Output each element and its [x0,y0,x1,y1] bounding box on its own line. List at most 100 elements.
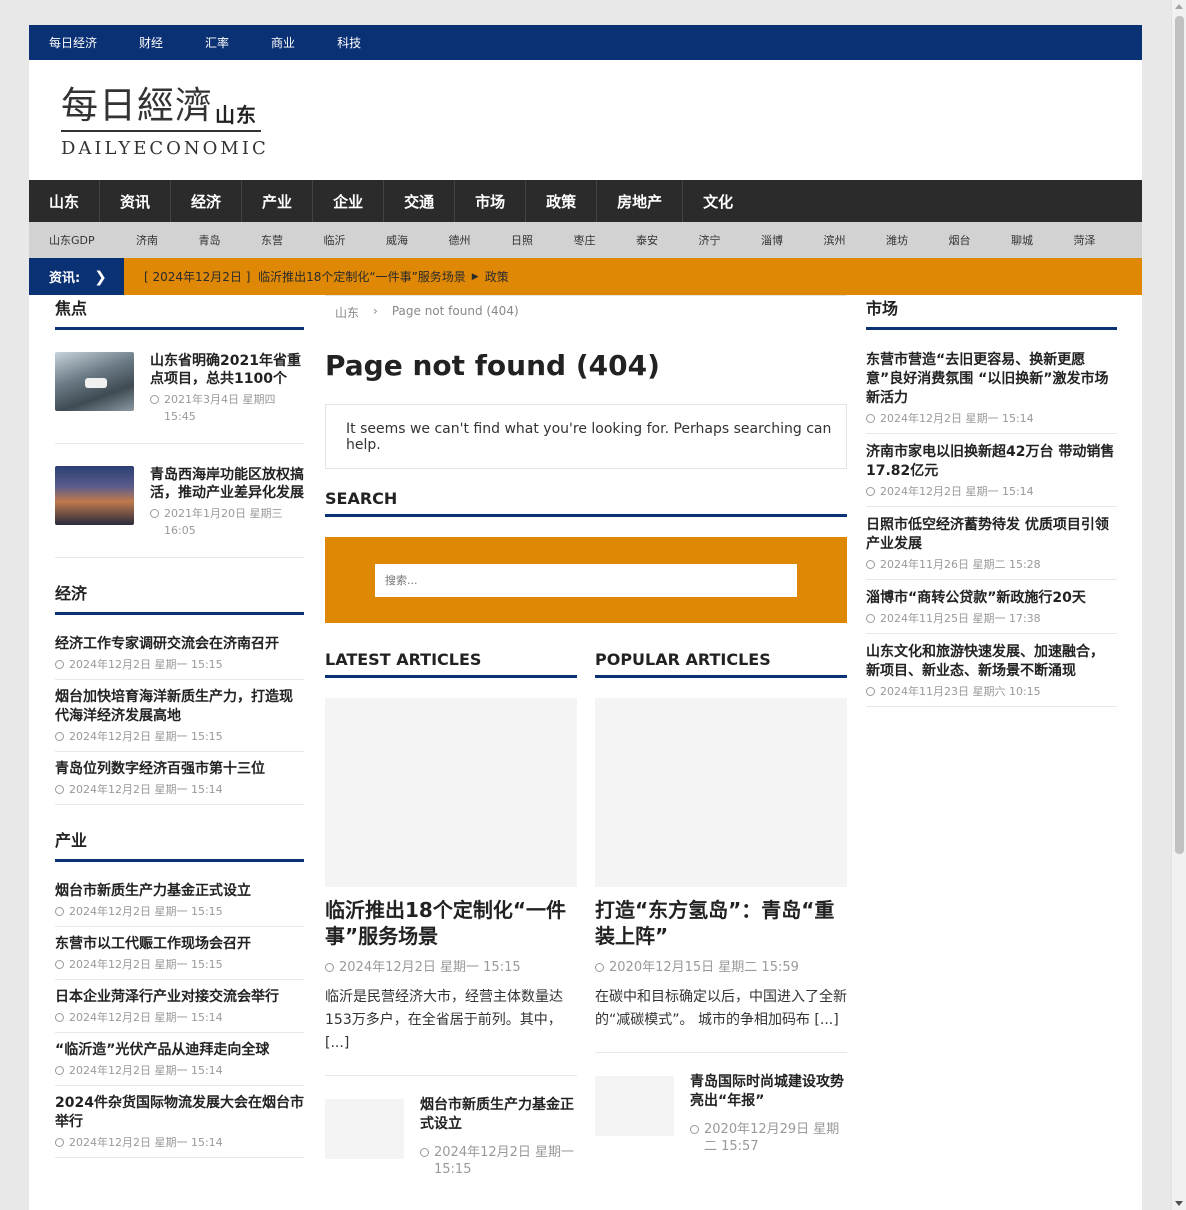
list-item-title[interactable]: 烟台市新质生产力基金正式设立 [55,882,304,901]
list-item-title[interactable]: 烟台加快培育海洋新质生产力，打造现代海洋经济发展高地 [55,688,304,726]
ticker-text[interactable]: [ 2024年12月2日 ] 临沂推出18个定制化“一件事”服务场景 ▶ 政策 [124,258,509,295]
list-item[interactable]: 烟台加快培育海洋新质生产力，打造现代海洋经济发展高地 2024年12月2日 星期… [55,680,304,752]
economy-title: 经济 [55,580,304,615]
article-image[interactable] [325,698,577,887]
list-item-title[interactable]: 济南市家电以旧换新超42万台 带动销售17.82亿元 [866,443,1117,481]
list-item-date: 2024年12月2日 星期一 15:14 [55,1062,304,1079]
nav-industry[interactable]: 产业 [242,180,314,222]
search-title: SEARCH [325,489,847,517]
list-item[interactable]: 山东文化和旅游快速发展、加速融合，新项目、新业态、新场景不断涌现 2024年11… [866,634,1117,707]
list-item[interactable]: 东营市以工代赈工作现场会召开 2024年12月2日 星期一 15:15 [55,927,304,980]
scroll-up-arrow-icon[interactable] [1175,4,1183,9]
subnav-link-13[interactable]: 潍坊 [886,232,949,248]
article-image[interactable] [595,698,847,887]
top-link-business[interactable]: 商业 [271,34,295,51]
vertical-scrollbar[interactable] [1171,0,1186,1210]
list-item-title[interactable]: 淄博市“商转公贷款”新政施行20天 [866,589,1117,608]
list-item-title[interactable]: 经济工作专家调研交流会在济南召开 [55,635,304,654]
clock-icon [150,395,159,404]
nav-enterprise[interactable]: 企业 [313,180,385,222]
list-item-title[interactable]: 日本企业菏泽行产业对接交流会举行 [55,988,304,1007]
scroll-down-arrow-icon[interactable] [1175,1201,1183,1206]
chevron-right-icon[interactable]: ❯ [94,268,107,286]
subnav-link-16[interactable]: 菏泽 [1074,232,1137,248]
list-item[interactable]: 经济工作专家调研交流会在济南召开 2024年12月2日 星期一 15:15 [55,627,304,680]
clock-icon [420,1148,429,1157]
focus-item[interactable]: 山东省明确2021年省重点项目，总共1100个 2021年3月4日 星期四 15… [55,330,304,444]
top-link-daily[interactable]: 每日经济 [49,34,97,51]
ticker-date: [ 2024年12月2日 ] [144,270,251,284]
breadcrumb-home[interactable]: 山东 [335,304,359,327]
nav-transport[interactable]: 交通 [384,180,456,222]
list-item[interactable]: 淄博市“商转公贷款”新政施行20天 2024年11月25日 星期一 17:38 [866,580,1117,634]
nav-news[interactable]: 资讯 [100,180,172,222]
list-item-title[interactable]: 东营市营造“去旧更容易、换新更愿意”良好消费氛围 “以旧换新”激发市场新活力 [866,351,1117,408]
nav-real-estate[interactable]: 房地产 [597,180,684,222]
list-item-title[interactable]: 2024件杂货国际物流发展大会在烟台市举行 [55,1094,304,1132]
list-item-title[interactable]: 日照市低空经济蓄势待发 优质项目引领产业发展 [866,516,1117,554]
small-article-title[interactable]: 烟台市新质生产力基金正式设立 [420,1096,577,1134]
nav-policy[interactable]: 政策 [526,180,598,222]
subnav-link-8[interactable]: 枣庄 [574,232,637,248]
list-item-title[interactable]: 山东文化和旅游快速发展、加速融合，新项目、新业态、新场景不断涌现 [866,643,1117,681]
list-item-title[interactable]: 青岛位列数字经济百强市第十三位 [55,760,304,779]
site-logo[interactable]: 每日經濟 山东 DAILYECONOMIC [61,84,266,159]
subnav-link-7[interactable]: 日照 [511,232,574,248]
subnav-link-12[interactable]: 滨州 [824,232,887,248]
list-item-title[interactable]: “临沂造”光伏产品从迪拜走向全球 [55,1041,304,1060]
list-item[interactable]: 济南市家电以旧换新超42万台 带动销售17.82亿元 2024年12月2日 星期… [866,434,1117,507]
top-link-finance[interactable]: 财经 [139,34,163,51]
nav-economy[interactable]: 经济 [171,180,243,222]
subnav-link-9[interactable]: 泰安 [636,232,699,248]
site-header: 每日經濟 山东 DAILYECONOMIC [29,60,1142,180]
city-thumbnail[interactable] [55,466,134,525]
nav-market[interactable]: 市场 [455,180,527,222]
focus-item-title[interactable]: 青岛西海岸功能区放权搞活，推动产业差异化发展 [150,466,304,502]
list-item-title[interactable]: 东营市以工代赈工作现场会召开 [55,935,304,954]
nav-shandong[interactable]: 山东 [29,180,101,222]
ticker-headline[interactable]: 临沂推出18个定制化“一件事”服务场景 [258,268,466,285]
article-thumbnail[interactable] [595,1076,674,1136]
focus-item-date: 2021年3月4日 星期四 15:45 [150,391,304,425]
subnav-link-4[interactable]: 临沂 [324,232,387,248]
focus-item[interactable]: 青岛西海岸功能区放权搞活，推动产业差异化发展 2021年1月20日 星期三 16… [55,444,304,558]
article-excerpt: 在碳中和目标确定以后，中国进入了全新的“减碳模式”。 城市的争相加码布 [...… [595,989,847,1028]
subnav-link-2[interactable]: 青岛 [199,232,262,248]
scrollbar-thumb[interactable] [1175,16,1184,854]
focus-item-title[interactable]: 山东省明确2021年省重点项目，总共1100个 [150,352,304,388]
subnav-link-0[interactable]: 山东GDP [49,232,136,248]
clock-icon [325,963,334,972]
subnav-link-6[interactable]: 德州 [449,232,512,248]
train-thumbnail[interactable] [55,352,134,411]
list-item[interactable]: 烟台市新质生产力基金正式设立 2024年12月2日 星期一 15:15 [55,874,304,927]
nav-culture[interactable]: 文化 [683,180,753,222]
ticker-category[interactable]: 政策 [485,268,509,285]
breadcrumb-separator: › [373,304,378,318]
list-item[interactable]: 日本企业菏泽行产业对接交流会举行 2024年12月2日 星期一 15:14 [55,980,304,1033]
subnav-link-1[interactable]: 济南 [136,232,199,248]
subnav-link-5[interactable]: 威海 [386,232,449,248]
clock-icon [55,785,64,794]
list-item[interactable]: “临沂造”光伏产品从迪拜走向全球 2024年12月2日 星期一 15:14 [55,1033,304,1086]
focus-title: 焦点 [55,295,304,330]
subnav-link-15[interactable]: 聊城 [1011,232,1074,248]
article-thumbnail[interactable] [325,1099,404,1159]
list-item[interactable]: 东营市营造“去旧更容易、换新更愿意”良好消费氛围 “以旧换新”激发市场新活力 2… [866,342,1117,434]
search-input[interactable] [375,563,797,597]
subnav-link-3[interactable]: 东营 [261,232,324,248]
list-item[interactable]: 青岛位列数字经济百强市第十三位 2024年12月2日 星期一 15:14 [55,752,304,805]
top-link-tech[interactable]: 科技 [337,34,361,51]
top-link-exchange[interactable]: 汇率 [205,34,229,51]
list-item-date: 2024年12月2日 星期一 15:15 [55,956,304,973]
subnav-link-11[interactable]: 淄博 [761,232,824,248]
list-item[interactable]: 日照市低空经济蓄势待发 优质项目引领产业发展 2024年11月26日 星期二 1… [866,507,1117,580]
main-nav: 山东 资讯 经济 产业 企业 交通 市场 政策 房地产 文化 [29,180,1142,222]
small-article-title[interactable]: 青岛国际时尚城建设攻势亮出“年报” [690,1073,847,1111]
subnav-link-10[interactable]: 济宁 [699,232,762,248]
subnav-link-14[interactable]: 烟台 [949,232,1012,248]
list-item[interactable]: 2024件杂货国际物流发展大会在烟台市举行 2024年12月2日 星期一 15:… [55,1086,304,1158]
small-article[interactable]: 青岛国际时尚城建设攻势亮出“年报” 2020年12月29日 星期二 15:57 [595,1052,847,1155]
small-article[interactable]: 烟台市新质生产力基金正式设立 2024年12月2日 星期一 15:15 [325,1075,577,1178]
article-title[interactable]: 打造“东方氢岛”：青岛“重装上阵” [595,897,847,949]
article-title[interactable]: 临沂推出18个定制化“一件事”服务场景 [325,897,577,949]
